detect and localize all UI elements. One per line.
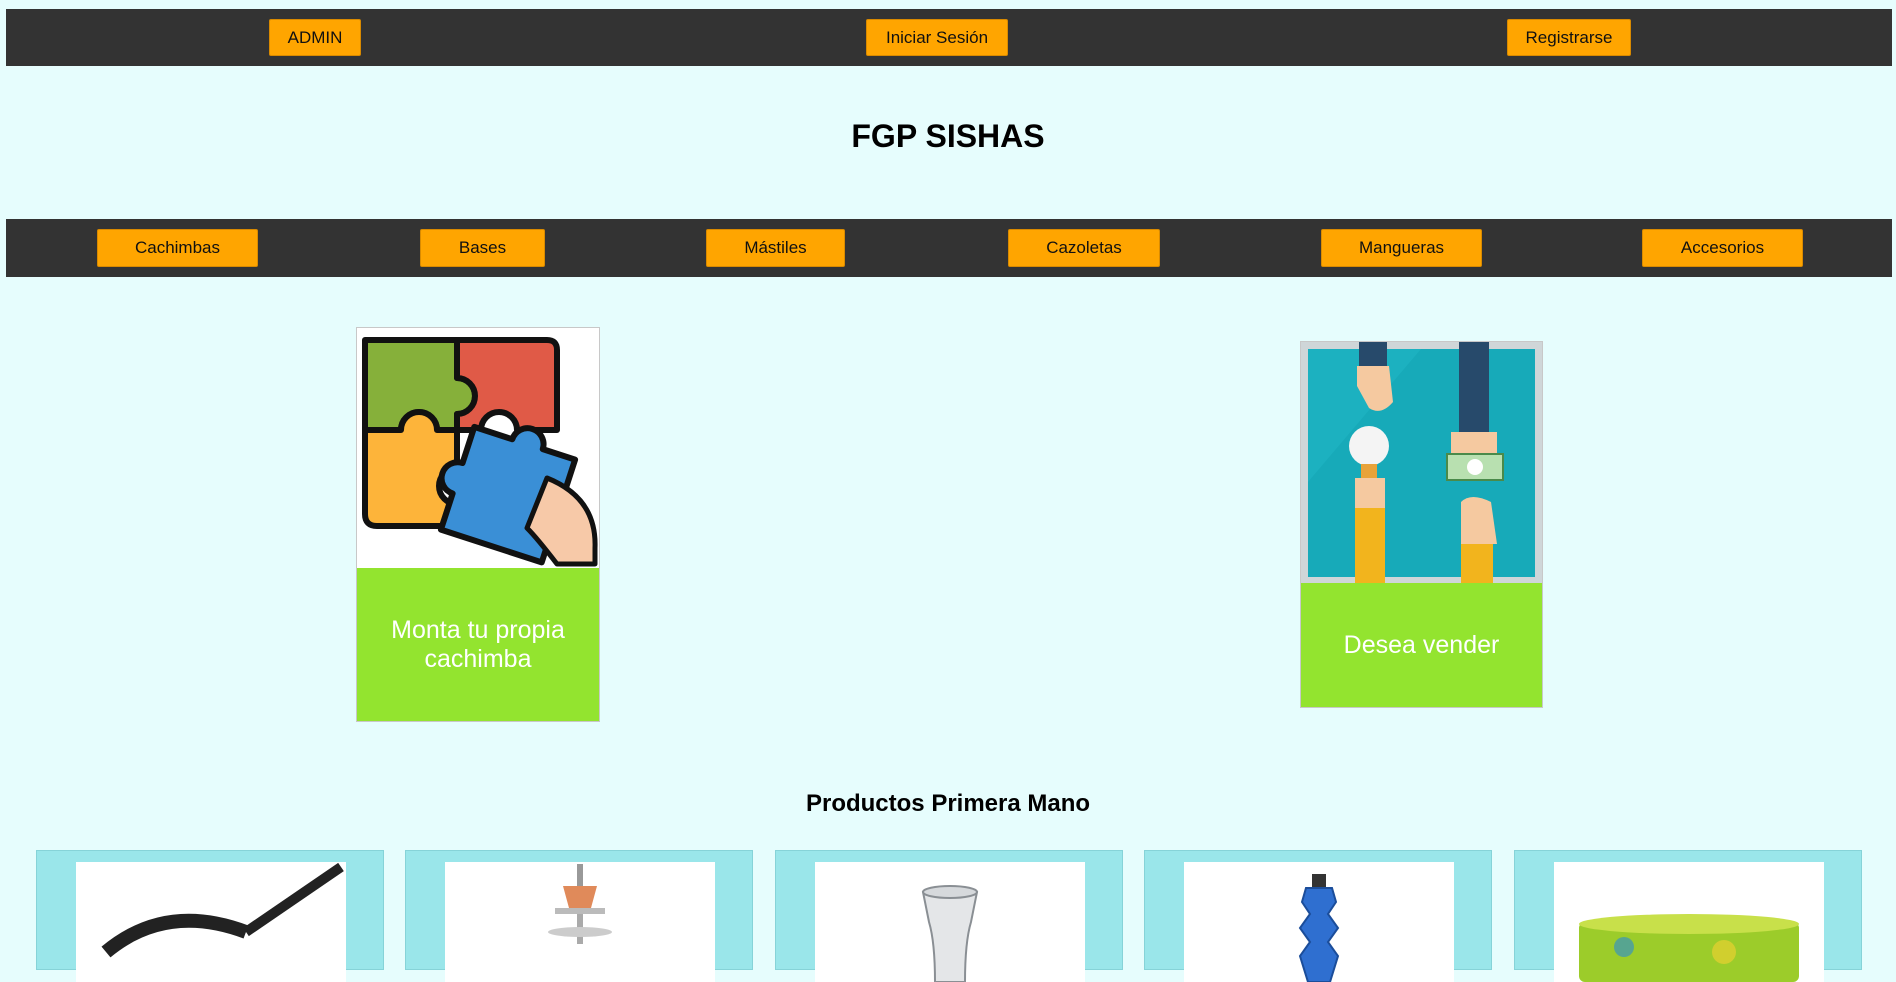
login-button[interactable]: Iniciar Sesión bbox=[866, 19, 1008, 56]
puzzle-icon bbox=[357, 328, 599, 568]
hookah-top-icon bbox=[445, 862, 715, 982]
category-cachimbas[interactable]: Cachimbas bbox=[97, 229, 258, 267]
top-nav-bar: ADMIN Iniciar Sesión Registrarse bbox=[6, 9, 1892, 66]
product-card[interactable] bbox=[775, 850, 1123, 982]
register-button[interactable]: Registrarse bbox=[1507, 19, 1631, 56]
site-title: FGP SISHAS bbox=[851, 118, 1045, 154]
blue-stem-icon bbox=[1184, 862, 1454, 982]
sell-label: Desea vender bbox=[1301, 583, 1542, 707]
category-mastiles[interactable]: Mástiles bbox=[706, 229, 845, 267]
product-card[interactable] bbox=[1144, 850, 1492, 982]
hose-icon bbox=[76, 862, 346, 982]
hands-exchange-icon bbox=[1301, 342, 1542, 584]
build-hookah-card[interactable]: Monta tu propia cachimba bbox=[356, 327, 600, 722]
product-card[interactable] bbox=[1514, 850, 1862, 982]
green-bowl-icon bbox=[1554, 862, 1824, 982]
glass-vase-icon bbox=[815, 862, 1085, 982]
section-title: Productos Primera Mano bbox=[805, 790, 1091, 817]
product-card[interactable] bbox=[36, 850, 384, 982]
category-cazoletas[interactable]: Cazoletas bbox=[1008, 229, 1160, 267]
sell-card[interactable]: Desea vender bbox=[1300, 341, 1543, 708]
category-bases[interactable]: Bases bbox=[420, 229, 545, 267]
category-nav-bar: Cachimbas Bases Mástiles Cazoletas Mangu… bbox=[6, 219, 1892, 277]
category-accesorios[interactable]: Accesorios bbox=[1642, 229, 1803, 267]
product-card[interactable] bbox=[405, 850, 753, 982]
admin-button[interactable]: ADMIN bbox=[269, 19, 361, 56]
build-hookah-label: Monta tu propia cachimba bbox=[357, 568, 599, 721]
category-mangueras[interactable]: Mangueras bbox=[1321, 229, 1482, 267]
